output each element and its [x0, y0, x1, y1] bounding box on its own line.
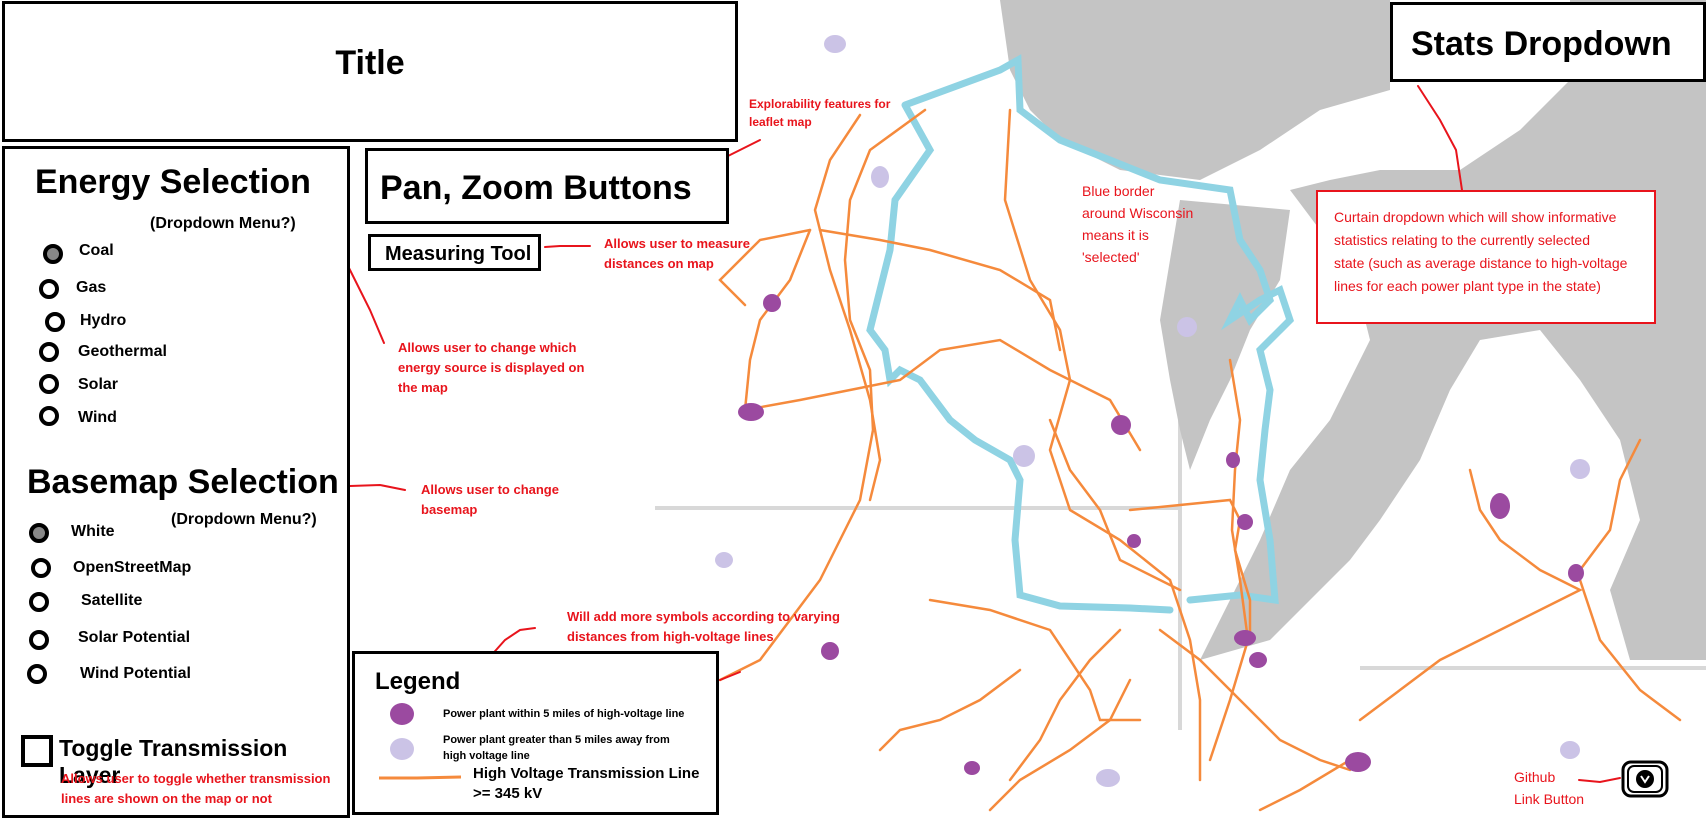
legend-line-text1: High Voltage Transmission Line — [473, 765, 700, 782]
radio-solar-potential[interactable] — [29, 630, 49, 650]
energy-option-label: Hydro — [80, 312, 127, 329]
annotation-text: around Wisconsin — [1082, 205, 1194, 221]
radio-solar[interactable] — [39, 374, 59, 394]
explorability-annotation: Explorability features for leaflet map — [749, 95, 890, 131]
radio-wind[interactable] — [39, 406, 59, 426]
symbols-annotation: Will add more symbols according to varyi… — [567, 607, 840, 647]
energy-option-label: Solar — [78, 376, 119, 393]
measuring-tool-button[interactable]: Measuring Tool — [368, 234, 541, 271]
annotation-text: Allows user to change — [421, 482, 559, 497]
radio-white[interactable] — [29, 523, 49, 543]
annotation-text: Allows user to toggle whether transmissi… — [61, 771, 331, 786]
control-panel: Energy Selection (Dropdown Menu?) Coal G… — [2, 146, 350, 818]
pan-zoom-label: Pan, Zoom Buttons — [380, 169, 692, 207]
basemap-annotation: Allows user to change basemap — [421, 480, 559, 520]
lakes — [1000, 0, 1706, 660]
legend-line-text2: >= 345 kV — [473, 785, 543, 802]
radio-openstreetmap[interactable] — [31, 558, 51, 578]
annotation-text: Will add more symbols according to varyi… — [567, 609, 840, 624]
legend-far-line2: high voltage line — [443, 750, 530, 762]
legend-line-label: High Voltage Transmission Line >= 345 kV — [473, 764, 699, 804]
energy-dropdown-note: (Dropdown Menu?) — [150, 215, 296, 232]
github-icon[interactable] — [1620, 758, 1670, 800]
energy-selection-heading: Energy Selection — [35, 163, 311, 201]
annotation-text: Allows user to measure — [604, 236, 750, 251]
energy-option-label: Coal — [79, 242, 114, 259]
radio-gas[interactable] — [39, 279, 59, 299]
legend-far-line1: Power plant greater than 5 miles away fr… — [443, 734, 670, 746]
measuring-tool-label: Measuring Tool — [385, 243, 532, 265]
legend-title: Legend — [375, 668, 461, 695]
energy-option-label: Gas — [76, 279, 107, 296]
basemap-option-label: Wind Potential — [80, 665, 191, 682]
radio-coal[interactable] — [43, 244, 63, 264]
energy-annotation: Allows user to change which energy sourc… — [398, 338, 584, 398]
legend-far-label: Power plant greater than 5 miles away fr… — [443, 732, 670, 764]
basemap-selection-heading: Basemap Selection — [27, 463, 339, 501]
annotation-text: statistics relating to the currently sel… — [1334, 232, 1591, 248]
basemap-option-label: Satellite — [81, 592, 143, 609]
annotation-text: leaflet map — [749, 115, 812, 129]
annotation-text: Curtain dropdown which will show informa… — [1334, 209, 1617, 225]
curtain-annotation: Curtain dropdown which will show informa… — [1316, 190, 1656, 324]
annotation-text: 'selected' — [1082, 249, 1140, 265]
annotation-text: state (such as average distance to high-… — [1334, 255, 1628, 271]
basemap-option-label: White — [71, 523, 115, 540]
legend-far-symbol — [390, 738, 414, 760]
toggle-annotation: Allows user to toggle whether transmissi… — [61, 769, 330, 809]
energy-option-label: Wind — [78, 409, 117, 426]
annotation-text: Allows user to change which — [398, 340, 577, 355]
title-box: Title — [2, 1, 738, 142]
basemap-dropdown-note: (Dropdown Menu?) — [171, 511, 317, 528]
annotation-text: lines are shown on the map or not — [61, 791, 272, 806]
legend-near-symbol — [390, 703, 414, 725]
page-title: Title — [335, 44, 405, 82]
measure-annotation: Allows user to measure distances on map — [604, 234, 750, 274]
radio-satellite[interactable] — [29, 592, 49, 612]
stats-dropdown-label: Stats Dropdown — [1411, 25, 1672, 63]
energy-option-label: Geothermal — [78, 343, 167, 360]
annotation-text: Link Button — [1514, 791, 1585, 807]
blue-border-annotation: Blue border around Wisconsin means it is… — [1082, 180, 1193, 268]
annotation-text: Github — [1514, 769, 1556, 785]
basemap-option-label: Solar Potential — [78, 629, 191, 646]
annotation-text: means it is — [1082, 227, 1149, 243]
radio-wind-potential[interactable] — [27, 664, 47, 684]
annotation-text: distances on map — [604, 256, 714, 271]
annotation-text: energy source is displayed on — [398, 360, 585, 375]
toggle-transmission-checkbox[interactable] — [21, 735, 53, 767]
annotation-text: distances from high-voltage lines — [567, 629, 774, 644]
annotation-text: basemap — [421, 502, 478, 517]
annotation-text: Blue border — [1082, 183, 1155, 199]
github-annotation: Github Link Button — [1514, 766, 1584, 810]
pan-zoom-buttons[interactable]: Pan, Zoom Buttons — [365, 148, 729, 224]
annotation-text: the map — [398, 380, 448, 395]
legend: Legend Power plant within 5 miles of hig… — [352, 651, 719, 815]
annotation-text: Explorability features for — [749, 97, 891, 111]
stats-dropdown-button[interactable]: Stats Dropdown — [1390, 2, 1706, 82]
annotation-text: lines for each power plant type in the s… — [1334, 278, 1601, 294]
radio-geothermal[interactable] — [39, 342, 59, 362]
radio-hydro[interactable] — [45, 312, 65, 332]
legend-line-symbol — [379, 775, 462, 780]
basemap-option-label: OpenStreetMap — [73, 559, 192, 576]
legend-near-label: Power plant within 5 miles of high-volta… — [443, 708, 685, 720]
